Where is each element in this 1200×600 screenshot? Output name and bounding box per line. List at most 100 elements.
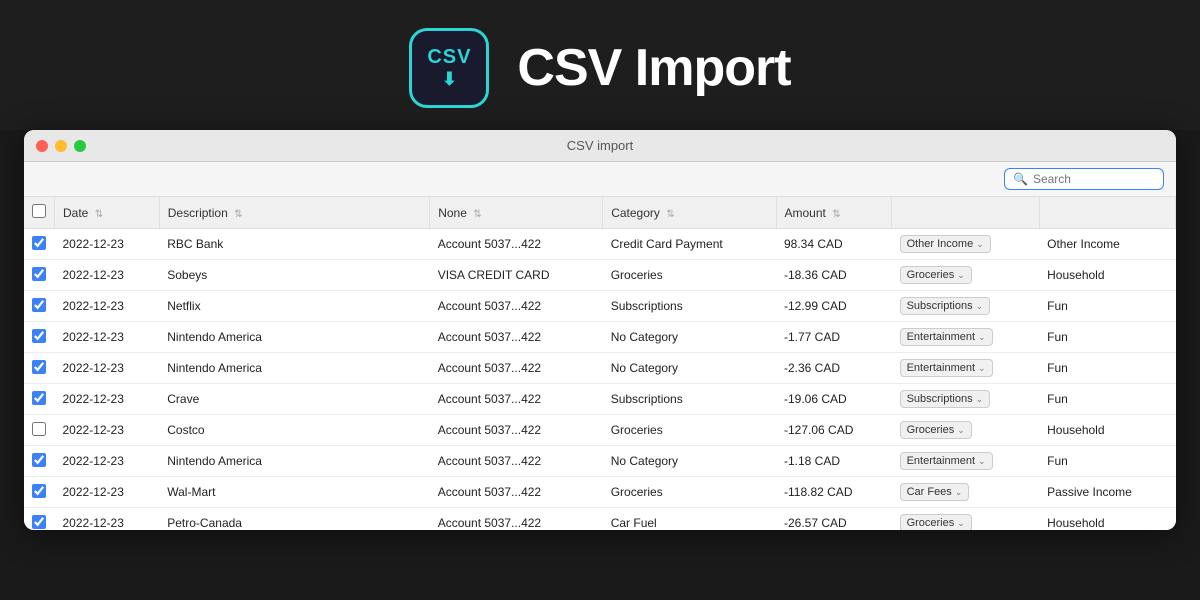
row-checkbox-1[interactable] [32,267,46,281]
row-checkbox-0[interactable] [32,236,46,250]
row-cat-dropdown-cell: Subscriptions⌄ [892,384,1040,415]
table-row: 2022-12-23NetflixAccount 5037...422Subsc… [24,291,1176,322]
row-checkbox-8[interactable] [32,484,46,498]
hero-title: CSV Import [517,38,790,98]
table-row: 2022-12-23RBC BankAccount 5037...422Cred… [24,229,1176,260]
cat-dropdown-0[interactable]: Other Income⌄ [900,235,991,253]
cat-dropdown-3[interactable]: Entertainment⌄ [900,328,993,346]
row-description: Nintendo America [159,353,429,384]
row-amount: -2.36 CAD [776,353,892,384]
chevron-down-icon: ⌄ [976,394,984,405]
row-checkbox-cell [24,260,55,291]
row-none: Account 5037...422 [430,384,603,415]
chevron-down-icon: ⌄ [957,425,965,436]
minimize-button[interactable] [55,140,67,152]
arrow-down-icon: ⬇ [442,69,457,90]
row-cat-dropdown-cell: Car Fees⌄ [892,477,1040,508]
row-description: Nintendo America [159,322,429,353]
cat-dropdown-label: Groceries [907,424,955,436]
titlebar: CSV import [24,130,1176,162]
row-amount: -26.57 CAD [776,508,892,531]
sort-date-icon[interactable]: ⇅ [95,209,103,220]
row-cat-dropdown-cell: Entertainment⌄ [892,322,1040,353]
row-date: 2022-12-23 [55,446,160,477]
cat-dropdown-8[interactable]: Car Fees⌄ [900,483,970,501]
table-row: 2022-12-23Nintendo AmericaAccount 5037..… [24,446,1176,477]
row-mapped: Household [1039,508,1175,531]
row-date: 2022-12-23 [55,229,160,260]
row-mapped: Other Income [1039,229,1175,260]
row-checkbox-6[interactable] [32,422,46,436]
search-icon: 🔍 [1013,172,1028,186]
row-checkbox-cell [24,508,55,531]
row-date: 2022-12-23 [55,508,160,531]
row-amount: -127.06 CAD [776,415,892,446]
cat-dropdown-4[interactable]: Entertainment⌄ [900,359,993,377]
row-description: Nintendo America [159,446,429,477]
row-category: No Category [603,322,776,353]
cat-dropdown-label: Groceries [907,517,955,529]
row-category: Groceries [603,477,776,508]
search-box[interactable]: 🔍 [1004,168,1164,190]
cat-dropdown-9[interactable]: Groceries⌄ [900,514,972,530]
close-button[interactable] [36,140,48,152]
transactions-table: Date ⇅ Description ⇅ None ⇅ Category ⇅ A… [24,197,1176,530]
row-checkbox-2[interactable] [32,298,46,312]
cat-dropdown-label: Entertainment [907,455,975,467]
search-input[interactable] [1033,172,1153,186]
app-window: CSV import 🔍 Date ⇅ Description ⇅ None ⇅… [24,130,1176,530]
cat-dropdown-6[interactable]: Groceries⌄ [900,421,972,439]
hero-section: CSV ⬇ CSV Import [0,0,1200,130]
row-date: 2022-12-23 [55,291,160,322]
sort-none-icon[interactable]: ⇅ [473,209,481,220]
cat-dropdown-label: Other Income [907,238,974,250]
row-checkbox-7[interactable] [32,453,46,467]
table-row: 2022-12-23CostcoAccount 5037...422Grocer… [24,415,1176,446]
header-cat-dropdown [892,197,1040,229]
row-checkbox-9[interactable] [32,515,46,529]
chevron-down-icon: ⌄ [957,518,965,529]
row-date: 2022-12-23 [55,353,160,384]
row-none: Account 5037...422 [430,291,603,322]
cat-dropdown-7[interactable]: Entertainment⌄ [900,452,993,470]
table-row: 2022-12-23Wal-MartAccount 5037...422Groc… [24,477,1176,508]
row-mapped: Household [1039,260,1175,291]
select-all-checkbox[interactable] [32,204,46,218]
traffic-lights [36,140,86,152]
row-none: Account 5037...422 [430,446,603,477]
row-mapped: Fun [1039,291,1175,322]
row-none: Account 5037...422 [430,353,603,384]
cat-dropdown-2[interactable]: Subscriptions⌄ [900,297,991,315]
header-date: Date ⇅ [55,197,160,229]
row-category: No Category [603,446,776,477]
row-description: Crave [159,384,429,415]
row-checkbox-cell [24,353,55,384]
chevron-down-icon: ⌄ [976,239,984,250]
chevron-down-icon: ⌄ [978,332,986,343]
row-none: Account 5037...422 [430,415,603,446]
header-mapped [1039,197,1175,229]
row-checkbox-3[interactable] [32,329,46,343]
row-amount: -19.06 CAD [776,384,892,415]
row-date: 2022-12-23 [55,384,160,415]
row-none: VISA CREDIT CARD [430,260,603,291]
chevron-down-icon: ⌄ [978,456,986,467]
toolbar: 🔍 [24,162,1176,197]
table-container[interactable]: Date ⇅ Description ⇅ None ⇅ Category ⇅ A… [24,197,1176,530]
sort-description-icon[interactable]: ⇅ [234,209,242,220]
row-checkbox-cell [24,384,55,415]
cat-dropdown-label: Entertainment [907,331,975,343]
sort-category-icon[interactable]: ⇅ [666,209,674,220]
maximize-button[interactable] [74,140,86,152]
sort-amount-icon[interactable]: ⇅ [832,209,840,220]
row-cat-dropdown-cell: Groceries⌄ [892,508,1040,531]
row-date: 2022-12-23 [55,415,160,446]
row-checkbox-4[interactable] [32,360,46,374]
row-category: Car Fuel [603,508,776,531]
row-checkbox-5[interactable] [32,391,46,405]
cat-dropdown-label: Subscriptions [907,300,973,312]
chevron-down-icon: ⌄ [955,487,963,498]
row-amount: -18.36 CAD [776,260,892,291]
cat-dropdown-5[interactable]: Subscriptions⌄ [900,390,991,408]
cat-dropdown-1[interactable]: Groceries⌄ [900,266,972,284]
